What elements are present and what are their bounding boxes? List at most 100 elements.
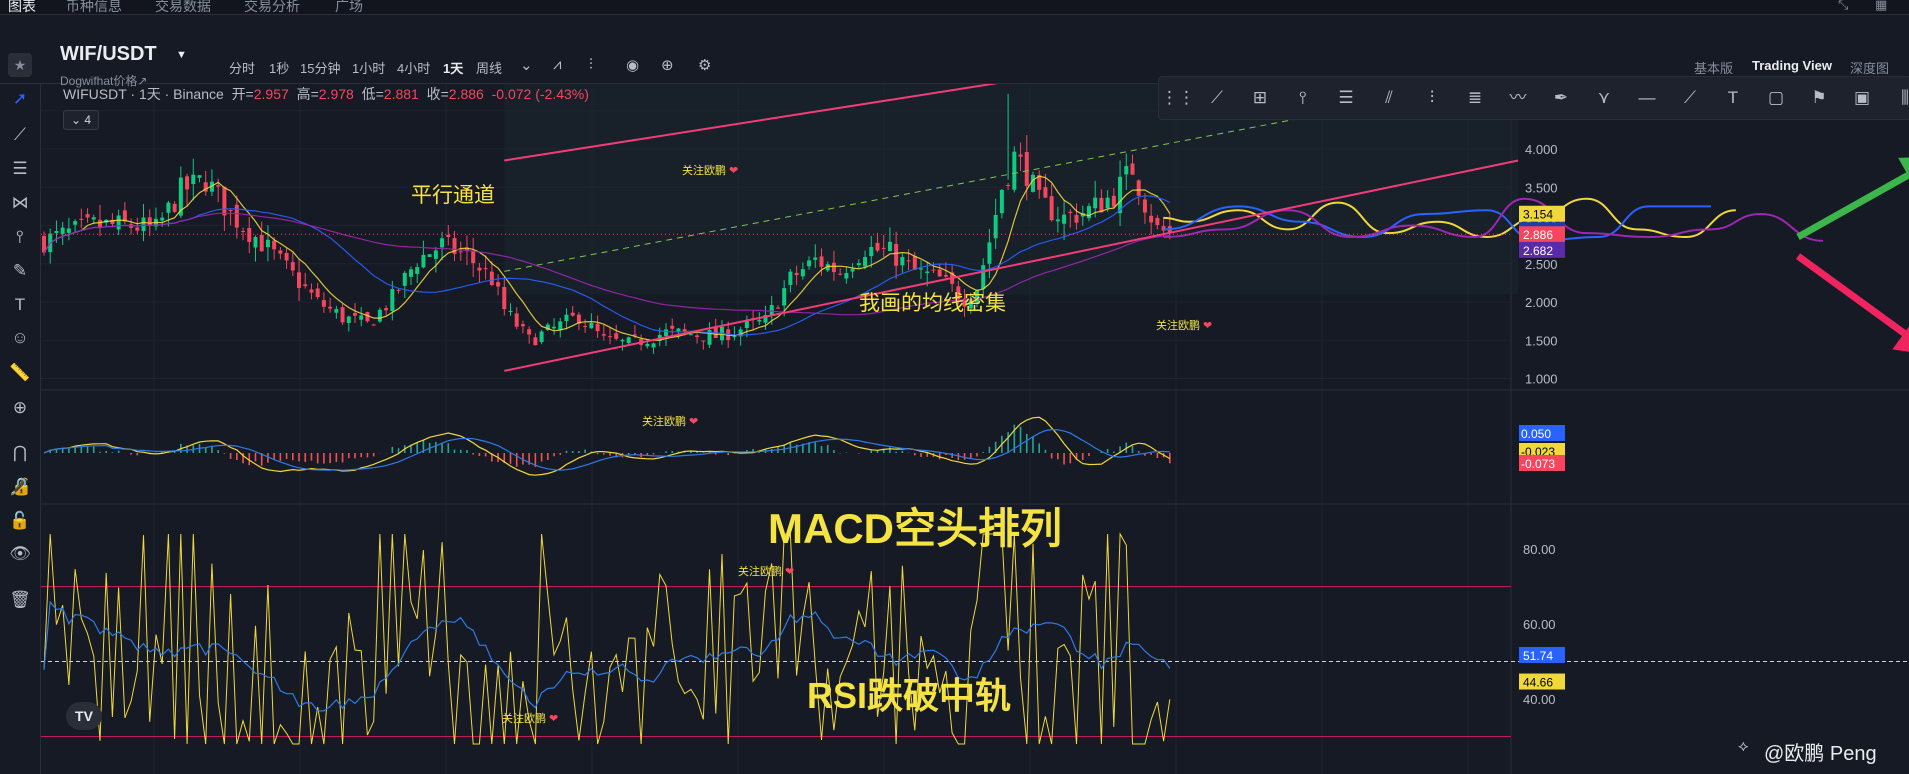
indicator-icon[interactable]: ⩘	[553, 56, 561, 73]
crosshair-box-icon[interactable]: ⊞	[1247, 85, 1273, 111]
star-icon[interactable]: ★	[8, 53, 32, 77]
candle-body	[166, 202, 171, 213]
candle-body	[79, 218, 84, 220]
candle-body	[1093, 197, 1098, 209]
flag-tool-icon[interactable]: ⚑	[1806, 85, 1832, 111]
regression-tool-icon[interactable]: ≣	[1462, 85, 1488, 111]
ray-tool-icon[interactable]: ⟋	[1677, 85, 1703, 111]
topnav-item[interactable]: 广场	[335, 0, 363, 16]
follow-author-tag: 关注欧鹏	[682, 163, 726, 177]
eye-icon[interactable]: 👁	[7, 541, 33, 567]
interval-option[interactable]: 15分钟	[300, 58, 340, 77]
brush-icon[interactable]: ✎	[7, 258, 33, 284]
tradingview-logo: TV	[66, 702, 102, 730]
lock-icon[interactable]: 🔓	[7, 508, 33, 534]
topnav-item[interactable]: 币种信息	[66, 0, 122, 16]
indicator-count: 4	[84, 113, 92, 127]
candle-body	[570, 312, 575, 316]
trendline-icon[interactable]: ⟋	[7, 122, 33, 148]
candle-body	[377, 309, 382, 322]
candle-body	[91, 217, 96, 220]
interval-option[interactable]: 1天	[443, 58, 463, 77]
wave-tool-icon[interactable]: 〰	[1505, 85, 1531, 111]
candle-body	[73, 221, 78, 225]
candle-body	[688, 334, 693, 336]
candle-body	[987, 242, 992, 264]
interval-dropdown-icon[interactable]: ⌄	[520, 56, 533, 74]
interval-option[interactable]: 分时	[229, 58, 255, 77]
chart-canvas[interactable]: 4.5004.0003.5003.0002.5002.0001.5001.000…	[41, 84, 1909, 774]
candle-body	[278, 250, 283, 254]
candle-body	[502, 286, 507, 310]
grid-icon[interactable]: ▦	[1875, 0, 1887, 13]
line-tool-icon[interactable]: ⟋	[1204, 85, 1230, 111]
view-mode-option[interactable]: 深度图	[1850, 58, 1889, 77]
candle-body	[769, 305, 774, 316]
macd-badge-label: 0.050	[1521, 427, 1551, 441]
parallel-tool-icon[interactable]: ⫽	[1376, 85, 1402, 111]
candle-body	[471, 251, 476, 264]
view-mode-option[interactable]: 基本版	[1694, 58, 1733, 77]
candle-body	[744, 320, 749, 329]
add-icon[interactable]: ⊕	[661, 56, 674, 74]
rsi-axis-tick: 60.00	[1523, 617, 1556, 632]
candle-body	[1024, 152, 1029, 186]
interval-option[interactable]: 周线	[476, 58, 502, 77]
price-axis-tick: 1.500	[1525, 333, 1558, 348]
candle-body	[601, 334, 606, 336]
pitchfork-tool-icon[interactable]: ⋎	[1591, 85, 1617, 111]
candle-type-icon[interactable]: ⫶	[589, 56, 593, 73]
candle-body	[141, 217, 146, 232]
camera-icon[interactable]: ◉	[626, 56, 639, 74]
candle-body	[477, 267, 482, 271]
candle-body	[931, 269, 936, 271]
lock-draw-icon[interactable]: 🔏	[7, 474, 33, 500]
candle-body	[881, 247, 886, 249]
magnet-icon[interactable]: ⋂	[7, 440, 33, 466]
collapse-icon[interactable]: ⤡	[1838, 0, 1848, 13]
candle-body	[533, 337, 538, 346]
interval-option[interactable]: 1小时	[352, 58, 385, 77]
emoji-icon[interactable]: ☺	[7, 325, 33, 351]
interval-option[interactable]: 4小时	[397, 58, 430, 77]
rect-tool-icon[interactable]: ▣	[1849, 85, 1875, 111]
rsi-axis-tick: 80.00	[1523, 542, 1556, 557]
legend-low-value: 2.881	[383, 86, 419, 102]
text-tool-icon[interactable]: T	[1720, 85, 1746, 111]
indicator-collapse-button[interactable]: ⌄ 4	[63, 110, 99, 130]
annotation-ma-cluster: 我画的均线密集	[859, 292, 1006, 315]
candle-body	[172, 203, 177, 212]
pattern-icon[interactable]: ⋈	[7, 190, 33, 216]
cursor-icon[interactable]: ➚	[7, 86, 33, 112]
interval-option[interactable]: 1秒	[269, 58, 289, 77]
candle-body	[440, 238, 445, 248]
table-tool-icon[interactable]: ⫼	[1892, 85, 1909, 111]
bullish-arrow-shaft	[1796, 172, 1909, 241]
hline-tool-icon[interactable]: —	[1634, 85, 1660, 111]
comment-tool-icon[interactable]: ▢	[1763, 85, 1789, 111]
horizontal-lines-icon[interactable]: ☰	[7, 156, 33, 182]
caret-down-icon[interactable]: ▼	[176, 49, 187, 61]
candle-body	[496, 282, 501, 287]
topnav-item[interactable]: 交易分析	[244, 0, 300, 16]
symbol-selector[interactable]: WIF/USDT	[60, 43, 157, 66]
topnav-item[interactable]: 图表	[8, 0, 36, 16]
fib-tool-icon[interactable]: ⫯	[1290, 85, 1316, 111]
channel-tool-icon[interactable]: ⫶	[1419, 85, 1445, 111]
fib-icon[interactable]: ⫯	[7, 224, 33, 250]
hlines-tool-icon[interactable]: ☰	[1333, 85, 1359, 111]
settings-gear-icon[interactable]: ⚙	[698, 56, 711, 74]
candle-body	[583, 325, 588, 327]
price-badge-label: 3.154	[1523, 208, 1553, 222]
ruler-icon[interactable]: 📏	[7, 360, 33, 386]
drag-handle-icon[interactable]: ⋮⋮	[1161, 85, 1195, 111]
candle-body	[359, 315, 364, 320]
zoom-in-icon[interactable]: ⊕	[7, 395, 33, 421]
legend-open-value: 2.957	[253, 86, 289, 102]
trash-icon[interactable]: 🗑	[7, 587, 33, 613]
topnav-item[interactable]: 交易数据	[155, 0, 211, 16]
view-mode-option[interactable]: Trading View	[1752, 58, 1832, 73]
text-icon[interactable]: T	[7, 292, 33, 318]
pen-tool-icon[interactable]: ✒	[1548, 85, 1574, 111]
candle-body	[1049, 196, 1054, 221]
